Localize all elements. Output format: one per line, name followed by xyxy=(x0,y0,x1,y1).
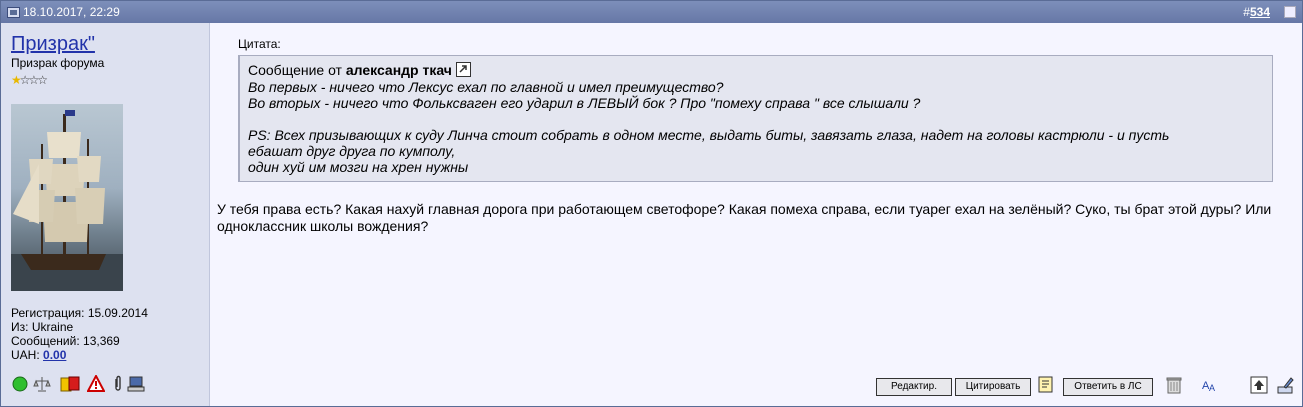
post-message: У тебя права есть? Какая нахуй главная д… xyxy=(217,201,1272,234)
text-format-icon[interactable]: AA xyxy=(1200,375,1220,395)
rank-star-icon: ☆ xyxy=(19,73,31,87)
uah-label: UAH: xyxy=(11,348,40,362)
quote-line: ебашат друг друга по кумполу, xyxy=(248,143,456,159)
post-number: #534 xyxy=(1243,1,1270,23)
quote-button[interactable]: Цитировать xyxy=(955,378,1031,396)
rank-stars: ★☆☆☆ xyxy=(11,73,48,87)
reply-pm-button[interactable]: Ответить в ЛС xyxy=(1063,378,1153,396)
post: 18.10.2017, 22:29 #534 Призрак" Призрак … xyxy=(0,0,1303,407)
post-content: Цитата: Сообщение от александр ткач Во п… xyxy=(210,23,1302,406)
reg-date-row: Регистрация: 15.09.2014 xyxy=(11,306,148,320)
quote-header: Сообщение от александр ткач xyxy=(248,62,471,78)
sailing-ship-image xyxy=(11,110,123,291)
online-status-icon xyxy=(12,376,28,392)
go-to-top-icon[interactable] xyxy=(1249,375,1269,395)
reg-value: 15.09.2014 xyxy=(87,306,148,320)
yellow-red-card-icon[interactable] xyxy=(59,375,81,393)
quote-author: александр ткач xyxy=(345,62,452,78)
quote-line: Во первых - ничего что Лексус ехал по гл… xyxy=(248,79,724,95)
post-number-prefix: # xyxy=(1243,5,1250,19)
location-row: Из: Ukraine xyxy=(11,320,148,334)
location-label: Из: xyxy=(11,320,29,334)
reg-label: Регистрация: xyxy=(11,306,85,320)
post-header: 18.10.2017, 22:29 #534 xyxy=(1,1,1302,23)
notes-icon[interactable] xyxy=(1036,375,1056,395)
post-status-icon xyxy=(7,7,20,18)
quote-label: Цитата: xyxy=(238,37,281,51)
user-title: Призрак форума xyxy=(11,56,105,70)
edit-button[interactable]: Редактир. xyxy=(876,378,952,396)
post-count-value: 13,369 xyxy=(83,334,120,348)
reputation-scales-icon[interactable] xyxy=(33,375,51,393)
quote-text: Во первых - ничего что Лексус ехал по гл… xyxy=(248,79,1258,175)
computer-icon xyxy=(127,376,145,392)
uah-link[interactable]: 0.00 xyxy=(43,348,66,362)
username-link[interactable]: Призрак" xyxy=(11,33,95,56)
view-post-icon[interactable] xyxy=(455,62,471,77)
user-info: Регистрация: 15.09.2014 Из: Ukraine Сооб… xyxy=(11,306,148,362)
quote-box: Сообщение от александр ткач Во первых - … xyxy=(238,55,1273,182)
post-date: 18.10.2017, 22:29 xyxy=(23,5,120,19)
quote-line: Во вторых - ничего что Фольксваген его у… xyxy=(248,95,921,111)
report-warning-icon[interactable] xyxy=(87,375,105,393)
quote-line: PS: Всех призывающих к суду Линча стоит … xyxy=(248,127,1170,143)
quote-line: один хуй им мозги на хрен нужны xyxy=(248,159,469,175)
trash-icon[interactable] xyxy=(1164,375,1184,395)
post-count-row: Сообщений: 13,369 xyxy=(11,334,148,348)
attachment-icon xyxy=(115,375,121,391)
rank-star-icon: ☆ xyxy=(28,73,40,87)
svg-text:A: A xyxy=(1209,383,1215,393)
multiquote-checkbox[interactable] xyxy=(1284,6,1296,18)
post-number-link[interactable]: 534 xyxy=(1250,5,1270,19)
quote-line xyxy=(248,111,1258,127)
location-value: Ukraine xyxy=(31,320,74,334)
pen-edit-icon[interactable] xyxy=(1276,375,1296,395)
rank-star-icon: ☆ xyxy=(37,73,48,87)
rank-star-icon: ★ xyxy=(11,73,22,87)
avatar xyxy=(11,104,123,291)
post-count-label: Сообщений: xyxy=(11,334,80,348)
quote-from-prefix: Сообщение от xyxy=(248,62,342,78)
user-panel: Призрак" Призрак форума ★☆☆☆ Регистрация… xyxy=(1,23,210,406)
uah-row: UAH: 0.00 xyxy=(11,348,148,362)
